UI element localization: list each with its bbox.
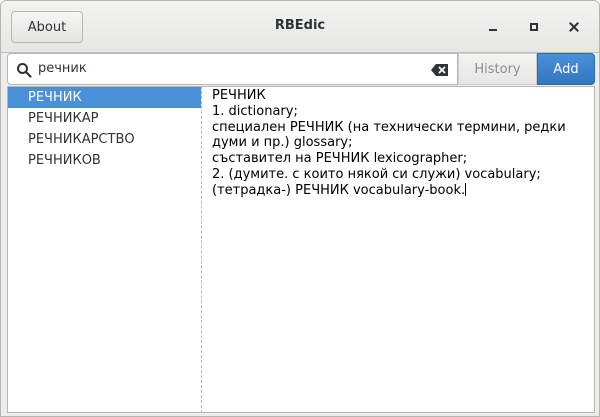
text-caret [465,182,467,196]
definition-line: (тетрадка-) РЕЧНИК vocabulary-book. [212,182,594,199]
definition-line-text: (тетрадка-) РЕЧНИК vocabulary-book. [212,182,466,198]
list-item[interactable]: РЕЧНИКАРСТВО [8,129,201,150]
definition-line: 1. dictionary; [212,103,298,119]
definition-line: 2. (думите. с които някой си служи) voca… [212,166,541,182]
minimize-button[interactable] [483,17,503,37]
definition-line: думи и пр.) glossary; [212,135,353,151]
list-item[interactable]: РЕЧНИКОВ [8,150,201,171]
definition-headword: РЕЧНИК [212,88,266,103]
history-button[interactable]: History [458,53,537,85]
minimize-icon [489,29,497,31]
list-item[interactable]: РЕЧНИКАР [8,108,201,129]
definition-line: специален РЕЧНИК (на технически термини,… [212,119,566,135]
close-icon [568,21,580,33]
search-icon [17,63,32,78]
maximize-icon [530,23,538,31]
window-title: RBEdic [274,18,326,33]
add-button[interactable]: Add [537,53,595,85]
definition-line: съставител на РЕЧНИК lexicographer; [212,151,468,167]
word-list: РЕЧНИК РЕЧНИКАР РЕЧНИКАРСТВО РЕЧНИКОВ [7,86,202,413]
definition-view[interactable]: РЕЧНИК 1. dictionary; специален РЕЧНИК (… [202,86,595,413]
search-text: речник [38,61,87,76]
search-input[interactable]: речник [7,53,458,85]
app-window: About RBEdic речник History Add РЕЧНИК Р… [0,0,600,417]
close-button[interactable] [564,17,584,37]
maximize-button[interactable] [524,17,544,37]
list-item[interactable]: РЕЧНИК [8,87,201,108]
edit-clear-icon[interactable] [431,63,449,77]
header-bar: About RBEdic [1,1,599,53]
